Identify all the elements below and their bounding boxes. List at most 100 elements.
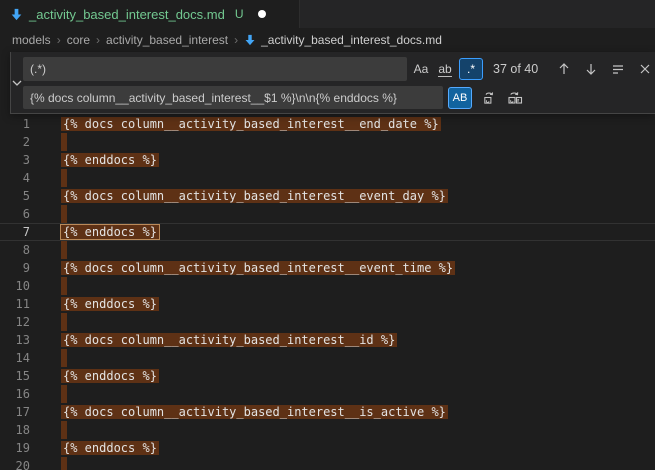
breadcrumb-item-models[interactable]: models xyxy=(12,33,51,47)
code-line[interactable]: 15 {% enddocs %} xyxy=(0,367,655,385)
line-number[interactable]: 10 xyxy=(0,277,30,295)
line-content: {% docs column__activity_based_interest_… xyxy=(63,187,448,205)
code-area[interactable]: 1 {% docs column__activity_based_interes… xyxy=(0,52,655,470)
empty-line-match-highlight xyxy=(61,133,67,151)
empty-line-match-highlight xyxy=(61,421,67,439)
code-line[interactable]: 1 {% docs column__activity_based_interes… xyxy=(0,115,655,133)
line-number[interactable]: 18 xyxy=(0,421,30,439)
whole-word-button[interactable]: ab xyxy=(435,59,455,79)
current-find-match: {% enddocs %} xyxy=(61,225,159,239)
arrow-up-icon xyxy=(557,62,571,76)
code-line[interactable]: 5 {% docs column__activity_based_interes… xyxy=(0,187,655,205)
empty-line-match-highlight xyxy=(61,457,67,470)
breadcrumb-separator-icon: › xyxy=(234,33,238,47)
line-content: {% enddocs %} xyxy=(63,295,159,313)
find-match-highlight: {% enddocs %} xyxy=(61,441,159,455)
find-match-highlight: {% docs column__activity_based_interest_… xyxy=(61,405,448,419)
code-line[interactable]: 14 xyxy=(0,349,655,367)
line-number[interactable]: 6 xyxy=(0,205,30,223)
find-match-highlight: {% docs column__activity_based_interest_… xyxy=(61,189,448,203)
markdown-file-icon xyxy=(10,8,23,21)
line-content: {% docs column__activity_based_interest_… xyxy=(63,331,397,349)
replace-icon xyxy=(482,90,497,105)
replace-button[interactable] xyxy=(480,89,498,107)
breadcrumb-item-file[interactable]: _activity_based_interest_docs.md xyxy=(244,33,442,47)
line-content: {% enddocs %} xyxy=(63,439,159,457)
chevron-down-icon xyxy=(11,77,23,89)
line-content: {% enddocs %} xyxy=(63,367,159,385)
code-line[interactable]: 6 xyxy=(0,205,655,223)
breadcrumb: models › core › activity_based_interest … xyxy=(0,28,655,52)
find-match-highlight: {% enddocs %} xyxy=(61,369,159,383)
empty-line-match-highlight xyxy=(61,385,67,403)
replace-all-icon xyxy=(507,90,523,106)
line-number[interactable]: 7 xyxy=(0,223,30,241)
find-match-highlight: {% docs column__activity_based_interest_… xyxy=(61,117,441,131)
line-number[interactable]: 20 xyxy=(0,457,30,470)
line-number[interactable]: 16 xyxy=(0,385,30,403)
breadcrumb-item-core[interactable]: core xyxy=(67,33,90,47)
preserve-case-button[interactable]: AB xyxy=(448,87,472,109)
code-line[interactable]: 9 {% docs column__activity_based_interes… xyxy=(0,259,655,277)
line-content xyxy=(63,457,67,470)
line-number[interactable]: 5 xyxy=(0,187,30,205)
line-number[interactable]: 19 xyxy=(0,439,30,457)
find-match-highlight: {% enddocs %} xyxy=(61,297,159,311)
editor-pane[interactable]: Aa ab .* 37 of 40 xyxy=(0,52,655,470)
breadcrumb-item-activity-based-interest[interactable]: activity_based_interest xyxy=(106,33,228,47)
code-line[interactable]: 19 {% enddocs %} xyxy=(0,439,655,457)
line-content xyxy=(63,385,67,403)
code-line[interactable]: 8 xyxy=(0,241,655,259)
line-number[interactable]: 12 xyxy=(0,313,30,331)
code-line[interactable]: 7 {% enddocs %} xyxy=(0,223,655,241)
code-line[interactable]: 13 {% docs column__activity_based_intere… xyxy=(0,331,655,349)
code-line[interactable]: 12 xyxy=(0,313,655,331)
line-content xyxy=(63,241,67,259)
code-line[interactable]: 11 {% enddocs %} xyxy=(0,295,655,313)
find-match-highlight: {% docs column__activity_based_interest_… xyxy=(61,261,455,275)
code-line[interactable]: 10 xyxy=(0,277,655,295)
toggle-replace-button[interactable] xyxy=(11,52,23,113)
unsaved-dot-icon[interactable] xyxy=(258,10,266,18)
line-number[interactable]: 13 xyxy=(0,331,30,349)
code-line[interactable]: 4 xyxy=(0,169,655,187)
next-match-button[interactable] xyxy=(582,60,600,78)
line-number[interactable]: 17 xyxy=(0,403,30,421)
find-in-selection-button[interactable] xyxy=(609,60,627,78)
breadcrumb-separator-icon: › xyxy=(96,33,100,47)
line-number[interactable]: 14 xyxy=(0,349,30,367)
breadcrumb-separator-icon: › xyxy=(57,33,61,47)
tab-filename: _activity_based_interest_docs.md xyxy=(29,7,225,22)
line-content xyxy=(63,421,67,439)
close-find-widget-button[interactable] xyxy=(636,60,654,78)
code-line[interactable]: 18 xyxy=(0,421,655,439)
code-line[interactable]: 20 xyxy=(0,457,655,470)
line-content: {% docs column__activity_based_interest_… xyxy=(63,403,448,421)
line-number[interactable]: 4 xyxy=(0,169,30,187)
line-number[interactable]: 2 xyxy=(0,133,30,151)
replace-all-button[interactable] xyxy=(506,89,524,107)
editor-tab[interactable]: _activity_based_interest_docs.md U xyxy=(0,0,300,28)
line-number[interactable]: 3 xyxy=(0,151,30,169)
code-line[interactable]: 3 {% enddocs %} xyxy=(0,151,655,169)
line-content: {% docs column__activity_based_interest_… xyxy=(63,259,455,277)
empty-line-match-highlight xyxy=(61,169,67,187)
code-line[interactable]: 17 {% docs column__activity_based_intere… xyxy=(0,403,655,421)
code-line[interactable]: 16 xyxy=(0,385,655,403)
find-match-highlight: {% docs column__activity_based_interest_… xyxy=(61,333,397,347)
line-content: {% enddocs %} xyxy=(63,151,159,169)
replace-input[interactable] xyxy=(23,86,443,109)
previous-match-button[interactable] xyxy=(555,60,573,78)
regex-button[interactable]: .* xyxy=(459,58,483,80)
line-number[interactable]: 11 xyxy=(0,295,30,313)
line-content xyxy=(63,349,67,367)
line-number[interactable]: 8 xyxy=(0,241,30,259)
line-number[interactable]: 15 xyxy=(0,367,30,385)
code-line[interactable]: 2 xyxy=(0,133,655,151)
line-number[interactable]: 9 xyxy=(0,259,30,277)
results-count: 37 of 40 xyxy=(493,62,555,76)
line-number[interactable]: 1 xyxy=(0,115,30,133)
line-content: {% docs column__activity_based_interest_… xyxy=(63,115,441,133)
find-input[interactable] xyxy=(23,57,407,81)
match-case-button[interactable]: Aa xyxy=(411,59,431,79)
